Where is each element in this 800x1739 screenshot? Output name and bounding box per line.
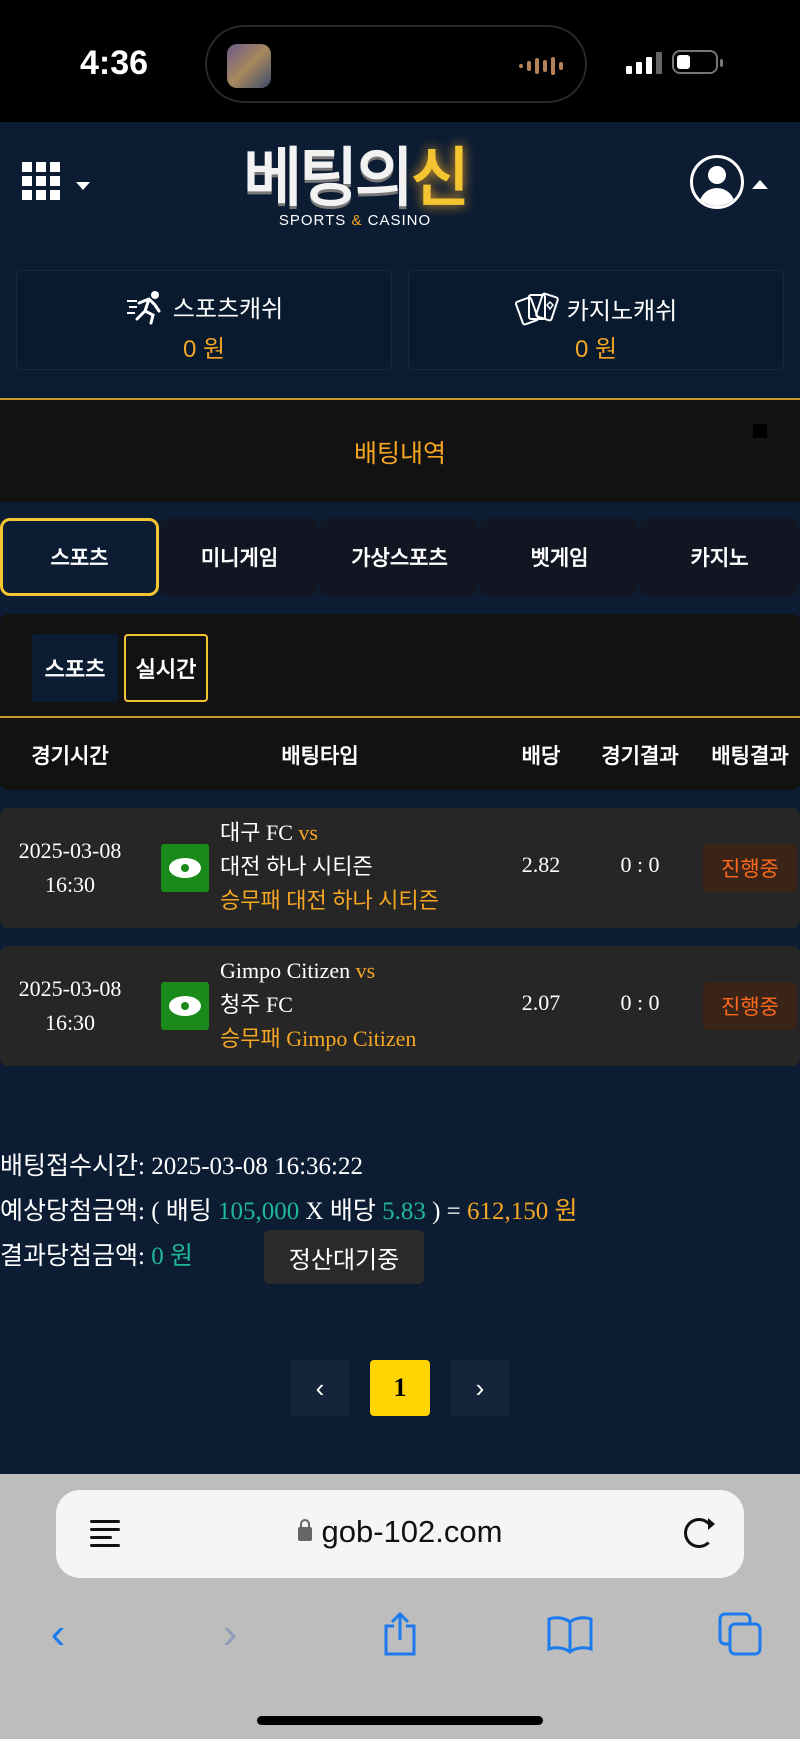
- home-indicator[interactable]: [257, 1716, 543, 1725]
- logo-accent-text: 신: [410, 142, 470, 214]
- chevron-up-icon[interactable]: [752, 180, 768, 189]
- sports-cash-card[interactable]: 스포츠캐쉬 0 원: [16, 270, 392, 370]
- status-badge: 진행중: [703, 982, 797, 1030]
- share-icon[interactable]: [370, 1604, 430, 1664]
- home-team: 대구 FC: [220, 820, 293, 845]
- close-square-icon[interactable]: [753, 424, 767, 438]
- row-datetime: 2025-03-08 16:30: [0, 972, 140, 1040]
- row-score: 0 : 0: [620, 990, 660, 1015]
- page-title: 배팅내역: [353, 440, 446, 468]
- sports-cash-label: 스포츠캐쉬: [172, 296, 284, 323]
- url-display[interactable]: gob-102.com: [56, 1514, 744, 1550]
- menu-grid-icon[interactable]: [22, 162, 60, 200]
- row-time: 16:30: [44, 1010, 96, 1035]
- row-score: 0 : 0: [620, 852, 660, 877]
- header-bet-result: 배팅결과: [711, 745, 789, 768]
- status-badge: 진행중: [703, 844, 797, 892]
- total-odds: 5.83: [382, 1198, 426, 1225]
- chevron-down-icon[interactable]: [76, 182, 90, 190]
- table-header: 경기시간 배팅타입 배당 경기결과 배팅결과: [0, 718, 800, 790]
- sports-cash-amount: 0 원: [182, 336, 226, 363]
- logo-sub-sports: SPORTS: [278, 212, 347, 229]
- tab-sports[interactable]: 스포츠: [0, 518, 159, 596]
- tab-minigame[interactable]: 미니게임: [160, 518, 319, 596]
- casino-cash-amount: 0 원: [574, 336, 618, 363]
- tab-casino[interactable]: 카지노: [640, 518, 799, 596]
- row-teams: 대구 FC vs 대전 하나 시티즌 승무패 대전 하나 시티즌: [220, 816, 439, 918]
- row-teams: Gimpo Citizen vs 청주 FC 승무패 Gimpo Citizen: [220, 954, 416, 1056]
- bet-pick: 승무패 대전 하나 시티즌: [220, 888, 439, 913]
- expected-open: ( 배팅: [151, 1198, 212, 1225]
- expected-win-amount: 612,150 원: [467, 1198, 578, 1225]
- row-odds: 2.82: [521, 852, 561, 877]
- header-odds: 배당: [521, 745, 561, 768]
- eye-icon[interactable]: [161, 844, 209, 892]
- row-date: 2025-03-08: [18, 976, 122, 1001]
- logo-sub-amp: &: [351, 212, 363, 229]
- clock: 4:36: [80, 44, 149, 82]
- expected-winnings: 예상당첨금액: ( 배팅 105,000 X 배당 5.83 ) = 612,1…: [0, 1191, 578, 1227]
- away-team: 대전 하나 시티즌: [220, 854, 373, 879]
- home-team: Gimpo Citizen: [220, 958, 351, 983]
- result-value: 0 원: [151, 1243, 193, 1270]
- received-value: 2025-03-08 16:36:22: [151, 1153, 363, 1180]
- category-tabs: 스포츠 미니게임 가상스포츠 벳게임 카지노: [0, 518, 800, 598]
- running-icon: [125, 289, 165, 332]
- logo-main-text: 베팅의: [243, 142, 414, 214]
- row-time: 16:30: [44, 872, 96, 897]
- received-label: 배팅접수시간:: [0, 1153, 145, 1180]
- header-game-result: 경기결과: [601, 745, 679, 768]
- site-logo[interactable]: 베팅의신 SPORTS & CASINO: [220, 142, 490, 229]
- bet-amount: 105,000: [218, 1198, 300, 1225]
- lock-icon: [297, 1518, 312, 1541]
- now-playing-artwork: [227, 44, 271, 88]
- logo-sub-casino: CASINO: [367, 212, 432, 229]
- betting-site: 베팅의신 SPORTS & CASINO 스포츠캐쉬 0 원 카지노캐쉬 0 원…: [0, 122, 800, 1474]
- row-odds: 2.07: [521, 990, 561, 1015]
- ios-status-bar: 4:36: [0, 0, 800, 122]
- cellular-signal-icon: [626, 52, 662, 74]
- vs-label: vs: [355, 958, 376, 983]
- eye-icon[interactable]: [161, 982, 209, 1030]
- odds-x-label: X 배당: [305, 1198, 376, 1225]
- subtab-sports[interactable]: 스포츠: [32, 634, 118, 702]
- result-winnings: 결과당첨금액: 0 원: [0, 1236, 193, 1272]
- pending-settlement-badge: 정산대기중: [264, 1230, 424, 1284]
- user-avatar-icon[interactable]: [690, 155, 744, 209]
- result-label: 결과당첨금액:: [0, 1243, 145, 1270]
- sub-tab-panel: 스포츠 실시간: [0, 614, 800, 718]
- tab-virtual-sports[interactable]: 가상스포츠: [320, 518, 479, 596]
- url-text: gob-102.com: [321, 1514, 503, 1549]
- battery-icon: [672, 50, 723, 74]
- header-game-time: 경기시간: [31, 745, 109, 768]
- subtab-live[interactable]: 실시간: [124, 634, 208, 702]
- dynamic-island[interactable]: [205, 25, 587, 103]
- next-page-button[interactable]: ›: [450, 1360, 510, 1416]
- table-row: 2025-03-08 16:30 대구 FC vs 대전 하나 시티즌 승무패 …: [0, 808, 800, 928]
- bookmarks-icon[interactable]: [540, 1604, 600, 1664]
- header-bet-type: 배팅타입: [281, 745, 359, 768]
- row-datetime: 2025-03-08 16:30: [0, 834, 140, 902]
- table-row: 2025-03-08 16:30 Gimpo Citizen vs 청주 FC …: [0, 946, 800, 1066]
- bet-pick: 승무패 Gimpo Citizen: [220, 1026, 417, 1051]
- reload-icon[interactable]: [684, 1518, 715, 1548]
- bet-received-time: 배팅접수시간: 2025-03-08 16:36:22: [0, 1146, 363, 1182]
- casino-cash-card[interactable]: 카지노캐쉬 0 원: [408, 270, 784, 370]
- row-date: 2025-03-08: [18, 838, 122, 863]
- expected-label: 예상당첨금액:: [0, 1198, 145, 1225]
- casino-cash-label: 카지노캐쉬: [566, 297, 678, 325]
- forward-icon[interactable]: ›: [200, 1604, 260, 1664]
- away-team: 청주 FC: [220, 992, 293, 1017]
- address-bar[interactable]: gob-102.com: [56, 1490, 744, 1578]
- safari-toolbar: gob-102.com ‹ ›: [0, 1474, 800, 1739]
- vs-label: vs: [298, 820, 318, 845]
- expected-close: ) =: [432, 1198, 461, 1225]
- page-title-bar: 배팅내역: [0, 398, 800, 502]
- prev-page-button[interactable]: ‹: [290, 1360, 350, 1416]
- page-1-button[interactable]: 1: [370, 1360, 430, 1416]
- tabs-icon[interactable]: [710, 1604, 770, 1664]
- audio-wave-icon: [519, 57, 563, 75]
- tab-betgame[interactable]: 벳게임: [480, 518, 639, 596]
- back-icon[interactable]: ‹: [28, 1604, 88, 1664]
